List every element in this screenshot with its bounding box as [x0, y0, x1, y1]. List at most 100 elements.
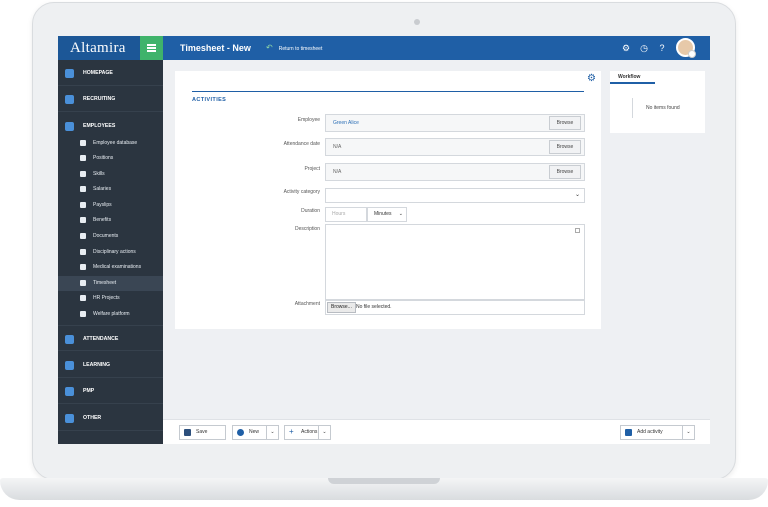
sidebar-item-learning[interactable]: LEARNING — [58, 352, 163, 378]
positions-icon — [80, 155, 86, 161]
save-icon — [184, 429, 191, 436]
clock-icon[interactable]: ◷ — [638, 42, 650, 54]
hamburger-icon-line — [147, 47, 156, 49]
sidebar-item-homepage[interactable]: HOMEPAGE — [58, 60, 163, 86]
help-icon[interactable]: ? — [656, 42, 668, 54]
attendance-icon — [65, 335, 74, 344]
sidebar-subitem-salaries[interactable]: Salaries — [58, 182, 163, 197]
brand-logo[interactable]: Altamira — [58, 36, 140, 60]
sidebar-subitem-welfare-platform[interactable]: Welfare platform — [58, 307, 163, 322]
plus-icon: + — [289, 427, 294, 436]
payslips-icon — [80, 202, 86, 208]
add-activity-label: Add activity — [637, 429, 663, 435]
avatar[interactable] — [676, 38, 696, 58]
sidebar-item-recruiting[interactable]: RECRUITING — [58, 86, 163, 112]
skills-icon — [80, 171, 86, 177]
sidebar-item-pmp[interactable]: PMP — [58, 378, 163, 404]
workflow-divider — [632, 98, 633, 118]
new-label: New — [249, 429, 260, 435]
employee-value: Green Alice — [333, 120, 359, 126]
attendance-date-field[interactable]: N/A Browse — [325, 138, 585, 156]
activity-form-card: ⚙ ACTIVITIES Employee Green Alice Browse… — [175, 71, 601, 329]
menu-toggle-button[interactable] — [140, 36, 163, 60]
app-screen: Altamira Timesheet - New ↶ Return to time… — [58, 36, 710, 444]
add-activity-button[interactable]: Add activity ⌄ — [620, 425, 695, 440]
database-icon — [80, 140, 86, 146]
top-bar: Altamira Timesheet - New ↶ Return to time… — [58, 36, 710, 60]
new-dropdown-icon[interactable]: ⌄ — [266, 426, 278, 439]
tab-workflow[interactable]: Workflow — [610, 71, 655, 84]
sidebar-subitem-medical-examinations[interactable]: Medical examinations — [58, 260, 163, 275]
resize-icon[interactable] — [575, 228, 580, 233]
sidebar-subitem-benefits[interactable]: Benefits — [58, 213, 163, 228]
sidebar-item-label: OTHER — [83, 415, 102, 421]
employee-browse-button[interactable]: Browse — [549, 116, 581, 130]
recruiting-icon — [65, 95, 74, 104]
sidebar-subitem-disciplinary-actions[interactable]: Disciplinary actions — [58, 245, 163, 260]
camera-icon — [414, 19, 420, 25]
salaries-icon — [80, 186, 86, 192]
sidebar-subitem-skills[interactable]: Skills — [58, 167, 163, 182]
medical-icon — [80, 264, 86, 270]
thumbs-up-icon — [625, 429, 632, 436]
sidebar-subitem-label: Salaries — [93, 186, 112, 192]
sidebar-subitem-timesheet[interactable]: Timesheet — [58, 276, 163, 291]
sidebar-subitem-hr-projects[interactable]: HR Projects — [58, 291, 163, 306]
attendance-date-value: N/A — [333, 144, 342, 150]
hamburger-icon-line — [147, 50, 156, 52]
laptop-notch — [328, 478, 440, 484]
add-activity-dropdown-icon[interactable]: ⌄ — [682, 426, 694, 439]
attendance-date-browse-button[interactable]: Browse — [549, 140, 581, 154]
sidebar-item-label: PMP — [83, 388, 95, 394]
duration-unit-select[interactable]: Minutes ⌄ — [367, 207, 407, 222]
attachment-file-input[interactable]: Browse... No file selected. — [325, 300, 585, 315]
other-icon — [65, 414, 74, 423]
sidebar-subitem-label: HR Projects — [93, 295, 120, 301]
sidebar-subitem-label: Skills — [93, 171, 105, 177]
sidebar-item-label: ATTENDANCE — [83, 336, 119, 342]
actions-button[interactable]: + Actions ⌄ — [284, 425, 331, 440]
timesheet-icon — [80, 280, 86, 286]
file-browse-button[interactable]: Browse... — [327, 302, 356, 313]
save-label: Save — [196, 429, 208, 435]
hamburger-icon — [147, 44, 156, 46]
sidebar-subitem-label: Medical examinations — [93, 264, 142, 270]
section-title: ACTIVITIES — [192, 97, 227, 103]
attendance-date-label: Attendance date — [283, 141, 320, 147]
welfare-icon — [80, 311, 86, 317]
project-field[interactable]: N/A Browse — [325, 163, 585, 181]
settings-gear-icon[interactable]: ⚙ — [587, 73, 596, 84]
sidebar-subitem-employee-database[interactable]: Employee database — [58, 136, 163, 151]
sidebar-subitem-positions[interactable]: Positions — [58, 151, 163, 166]
sidebar-item-attendance[interactable]: ATTENDANCE — [58, 325, 163, 351]
chevron-down-icon: ⌄ — [574, 192, 580, 198]
project-label: Project — [304, 166, 320, 172]
chevron-down-icon: ⌄ — [398, 211, 403, 217]
activity-category-select[interactable]: ⌄ — [325, 188, 585, 203]
project-browse-button[interactable]: Browse — [549, 165, 581, 179]
save-button[interactable]: Save — [179, 425, 226, 440]
duration-unit-value: Minutes — [374, 211, 392, 217]
sidebar-subitem-label: Disciplinary actions — [93, 249, 136, 255]
sidebar-subitem-documents[interactable]: Documents — [58, 229, 163, 244]
return-link-label: Return to timesheet — [278, 46, 323, 52]
sidebar-item-other[interactable]: OTHER — [58, 405, 163, 431]
description-textarea[interactable] — [325, 224, 585, 300]
plus-circle-icon — [237, 429, 244, 436]
employee-field[interactable]: Green Alice Browse — [325, 114, 585, 132]
employee-label: Employee — [297, 117, 320, 123]
sidebar-item-label: HOMEPAGE — [83, 70, 113, 76]
documents-icon — [80, 233, 86, 239]
duration-hours-input[interactable]: Hours — [325, 207, 367, 222]
actions-dropdown-icon[interactable]: ⌄ — [318, 426, 330, 439]
workflow-empty-text: No items found — [646, 105, 680, 111]
back-arrow-icon: ↶ — [266, 43, 273, 52]
home-icon — [65, 69, 74, 78]
return-link[interactable]: ↶ Return to timesheet — [266, 36, 322, 61]
project-value: N/A — [333, 169, 342, 175]
gear-icon[interactable]: ⚙ — [620, 42, 632, 54]
actions-label: Actions — [301, 429, 318, 435]
sidebar-subitem-payslips[interactable]: Payslips — [58, 198, 163, 213]
new-button[interactable]: New ⌄ — [232, 425, 279, 440]
attachment-label: Attachment — [294, 301, 320, 307]
